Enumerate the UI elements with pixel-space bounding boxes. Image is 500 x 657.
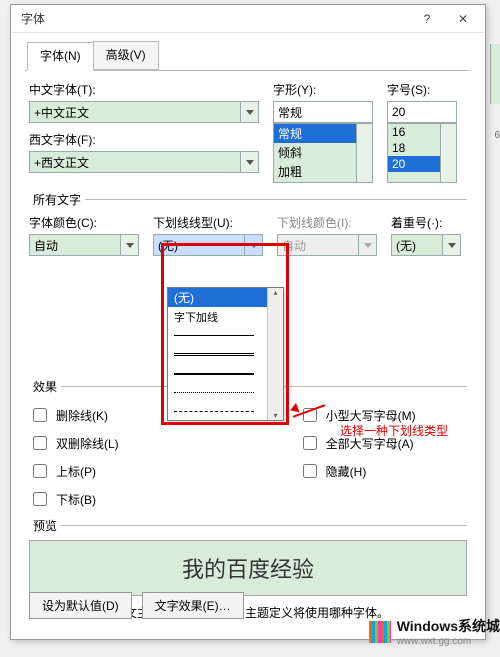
checkbox[interactable]	[33, 492, 47, 506]
help-icon: ?	[424, 12, 431, 26]
combo-underline-style[interactable]: (无)	[153, 234, 263, 256]
underline-opt-double[interactable]	[168, 345, 283, 364]
scrollbar[interactable]	[440, 124, 456, 182]
watermark: Windows系统城 www.wxt.gg.com	[369, 616, 500, 647]
scroll-down-icon: ▾	[273, 411, 277, 420]
chevron-down-icon	[442, 235, 460, 255]
checkbox[interactable]	[33, 436, 47, 450]
check-small-caps[interactable]: 小型大写字母(M)	[299, 405, 416, 425]
checkbox[interactable]	[33, 464, 47, 478]
close-icon: ✕	[458, 12, 468, 26]
text-effects-button[interactable]: 文字效果(E)…	[142, 592, 244, 619]
combo-western-font-value: +西文正文	[34, 154, 89, 171]
check-label: 双删除线(L)	[56, 435, 119, 452]
close-button[interactable]: ✕	[445, 7, 481, 31]
tab-advanced[interactable]: 高级(V)	[93, 41, 159, 70]
chevron-down-icon	[240, 102, 258, 122]
check-superscript[interactable]: 上标(P)	[29, 461, 119, 481]
chevron-down-icon	[358, 235, 376, 255]
checkbox[interactable]	[303, 436, 317, 450]
check-label: 全部大写字母(A)	[326, 435, 414, 452]
combo-emphasis[interactable]: (无)	[391, 234, 461, 256]
label-western-font: 西文字体(F):	[29, 131, 259, 148]
check-subscript[interactable]: 下标(B)	[29, 489, 119, 509]
label-emphasis: 着重号(·):	[391, 214, 461, 231]
list-size[interactable]: 16 18 20	[387, 123, 457, 183]
underline-opt-dot[interactable]	[168, 383, 283, 402]
label-font-color: 字体颜色(C):	[29, 214, 139, 231]
check-all-caps[interactable]: 全部大写字母(A)	[299, 433, 416, 453]
combo-western-font[interactable]: +西文正文	[29, 151, 259, 173]
combo-chinese-font[interactable]: +中文正文	[29, 101, 259, 123]
underline-opt-thick[interactable]	[168, 364, 283, 383]
group-all-text: 所有文字 字体颜色(C): 自动 下划线线型(U): (无)	[29, 191, 467, 258]
chevron-down-icon	[240, 152, 258, 172]
underline-opt-solid[interactable]	[168, 326, 283, 345]
combo-emphasis-value: (无)	[396, 237, 416, 254]
label-size: 字号(S):	[387, 81, 457, 98]
watermark-url: www.wxt.gg.com	[397, 636, 500, 647]
label-style: 字形(Y):	[273, 81, 373, 98]
label-underline-color: 下划线颜色(I):	[277, 214, 377, 231]
check-double-strike[interactable]: 双删除线(L)	[29, 433, 119, 453]
check-label: 小型大写字母(M)	[326, 407, 416, 424]
scrollbar[interactable]	[356, 124, 372, 182]
chevron-down-icon	[244, 235, 262, 255]
legend-preview: 预览	[29, 517, 61, 534]
input-size-value: 20	[392, 105, 405, 119]
check-hidden[interactable]: 隐藏(H)	[299, 461, 416, 481]
input-size[interactable]: 20	[387, 101, 457, 123]
legend-all-text: 所有文字	[29, 191, 85, 208]
combo-underline-color-value: 自动	[282, 237, 306, 254]
list-style[interactable]: 常规 倾斜 加粗	[273, 123, 373, 183]
underline-opt-dash[interactable]	[168, 402, 283, 421]
check-label: 删除线(K)	[56, 407, 108, 424]
underline-opt-none[interactable]: (无)	[168, 288, 283, 307]
background-fragment	[490, 44, 500, 104]
legend-effects: 效果	[29, 378, 61, 395]
dropdown-scrollbar[interactable]: ▴ ▾	[267, 288, 283, 420]
help-button[interactable]: ?	[409, 7, 445, 31]
background-number: 6	[494, 130, 500, 141]
underline-opt-words[interactable]: 字下加线	[168, 307, 283, 326]
tab-font[interactable]: 字体(N)	[27, 42, 94, 71]
checkbox[interactable]	[303, 408, 317, 422]
underline-style-dropdown[interactable]: (无) 字下加线 ▴ ▾	[167, 287, 284, 421]
scroll-up-icon: ▴	[273, 288, 277, 297]
set-default-button[interactable]: 设为默认值(D)	[29, 592, 132, 619]
checkbox[interactable]	[33, 408, 47, 422]
dialog-title: 字体	[21, 10, 409, 27]
watermark-logo-icon	[369, 621, 391, 643]
combo-underline-color: 自动	[277, 234, 377, 256]
underline-thick-icon	[174, 373, 254, 375]
check-label: 隐藏(H)	[326, 463, 367, 480]
label-chinese-font: 中文字体(T):	[29, 81, 259, 98]
preview-box: 我的百度经验	[29, 540, 467, 596]
title-bar[interactable]: 字体 ? ✕	[11, 5, 485, 33]
combo-font-color-value: 自动	[34, 237, 58, 254]
underline-dash-icon	[174, 411, 254, 412]
label-underline-style: 下划线线型(U):	[153, 214, 263, 231]
check-label: 下标(B)	[56, 491, 96, 508]
input-style[interactable]: 常规	[273, 101, 373, 123]
check-strikethrough[interactable]: 删除线(K)	[29, 405, 119, 425]
underline-double-icon	[174, 353, 254, 356]
input-style-value: 常规	[278, 104, 302, 121]
underline-dot-icon	[174, 392, 254, 393]
combo-underline-style-value: (无)	[158, 237, 178, 254]
combo-font-color[interactable]: 自动	[29, 234, 139, 256]
underline-solid-icon	[174, 335, 254, 336]
check-label: 上标(P)	[56, 463, 96, 480]
watermark-title: Windows系统城	[397, 616, 500, 636]
combo-chinese-font-value: +中文正文	[34, 104, 89, 121]
tab-strip: 字体(N) 高级(V)	[11, 33, 485, 70]
button-row: 设为默认值(D) 文字效果(E)…	[29, 592, 244, 619]
checkbox[interactable]	[303, 464, 317, 478]
chevron-down-icon	[120, 235, 138, 255]
